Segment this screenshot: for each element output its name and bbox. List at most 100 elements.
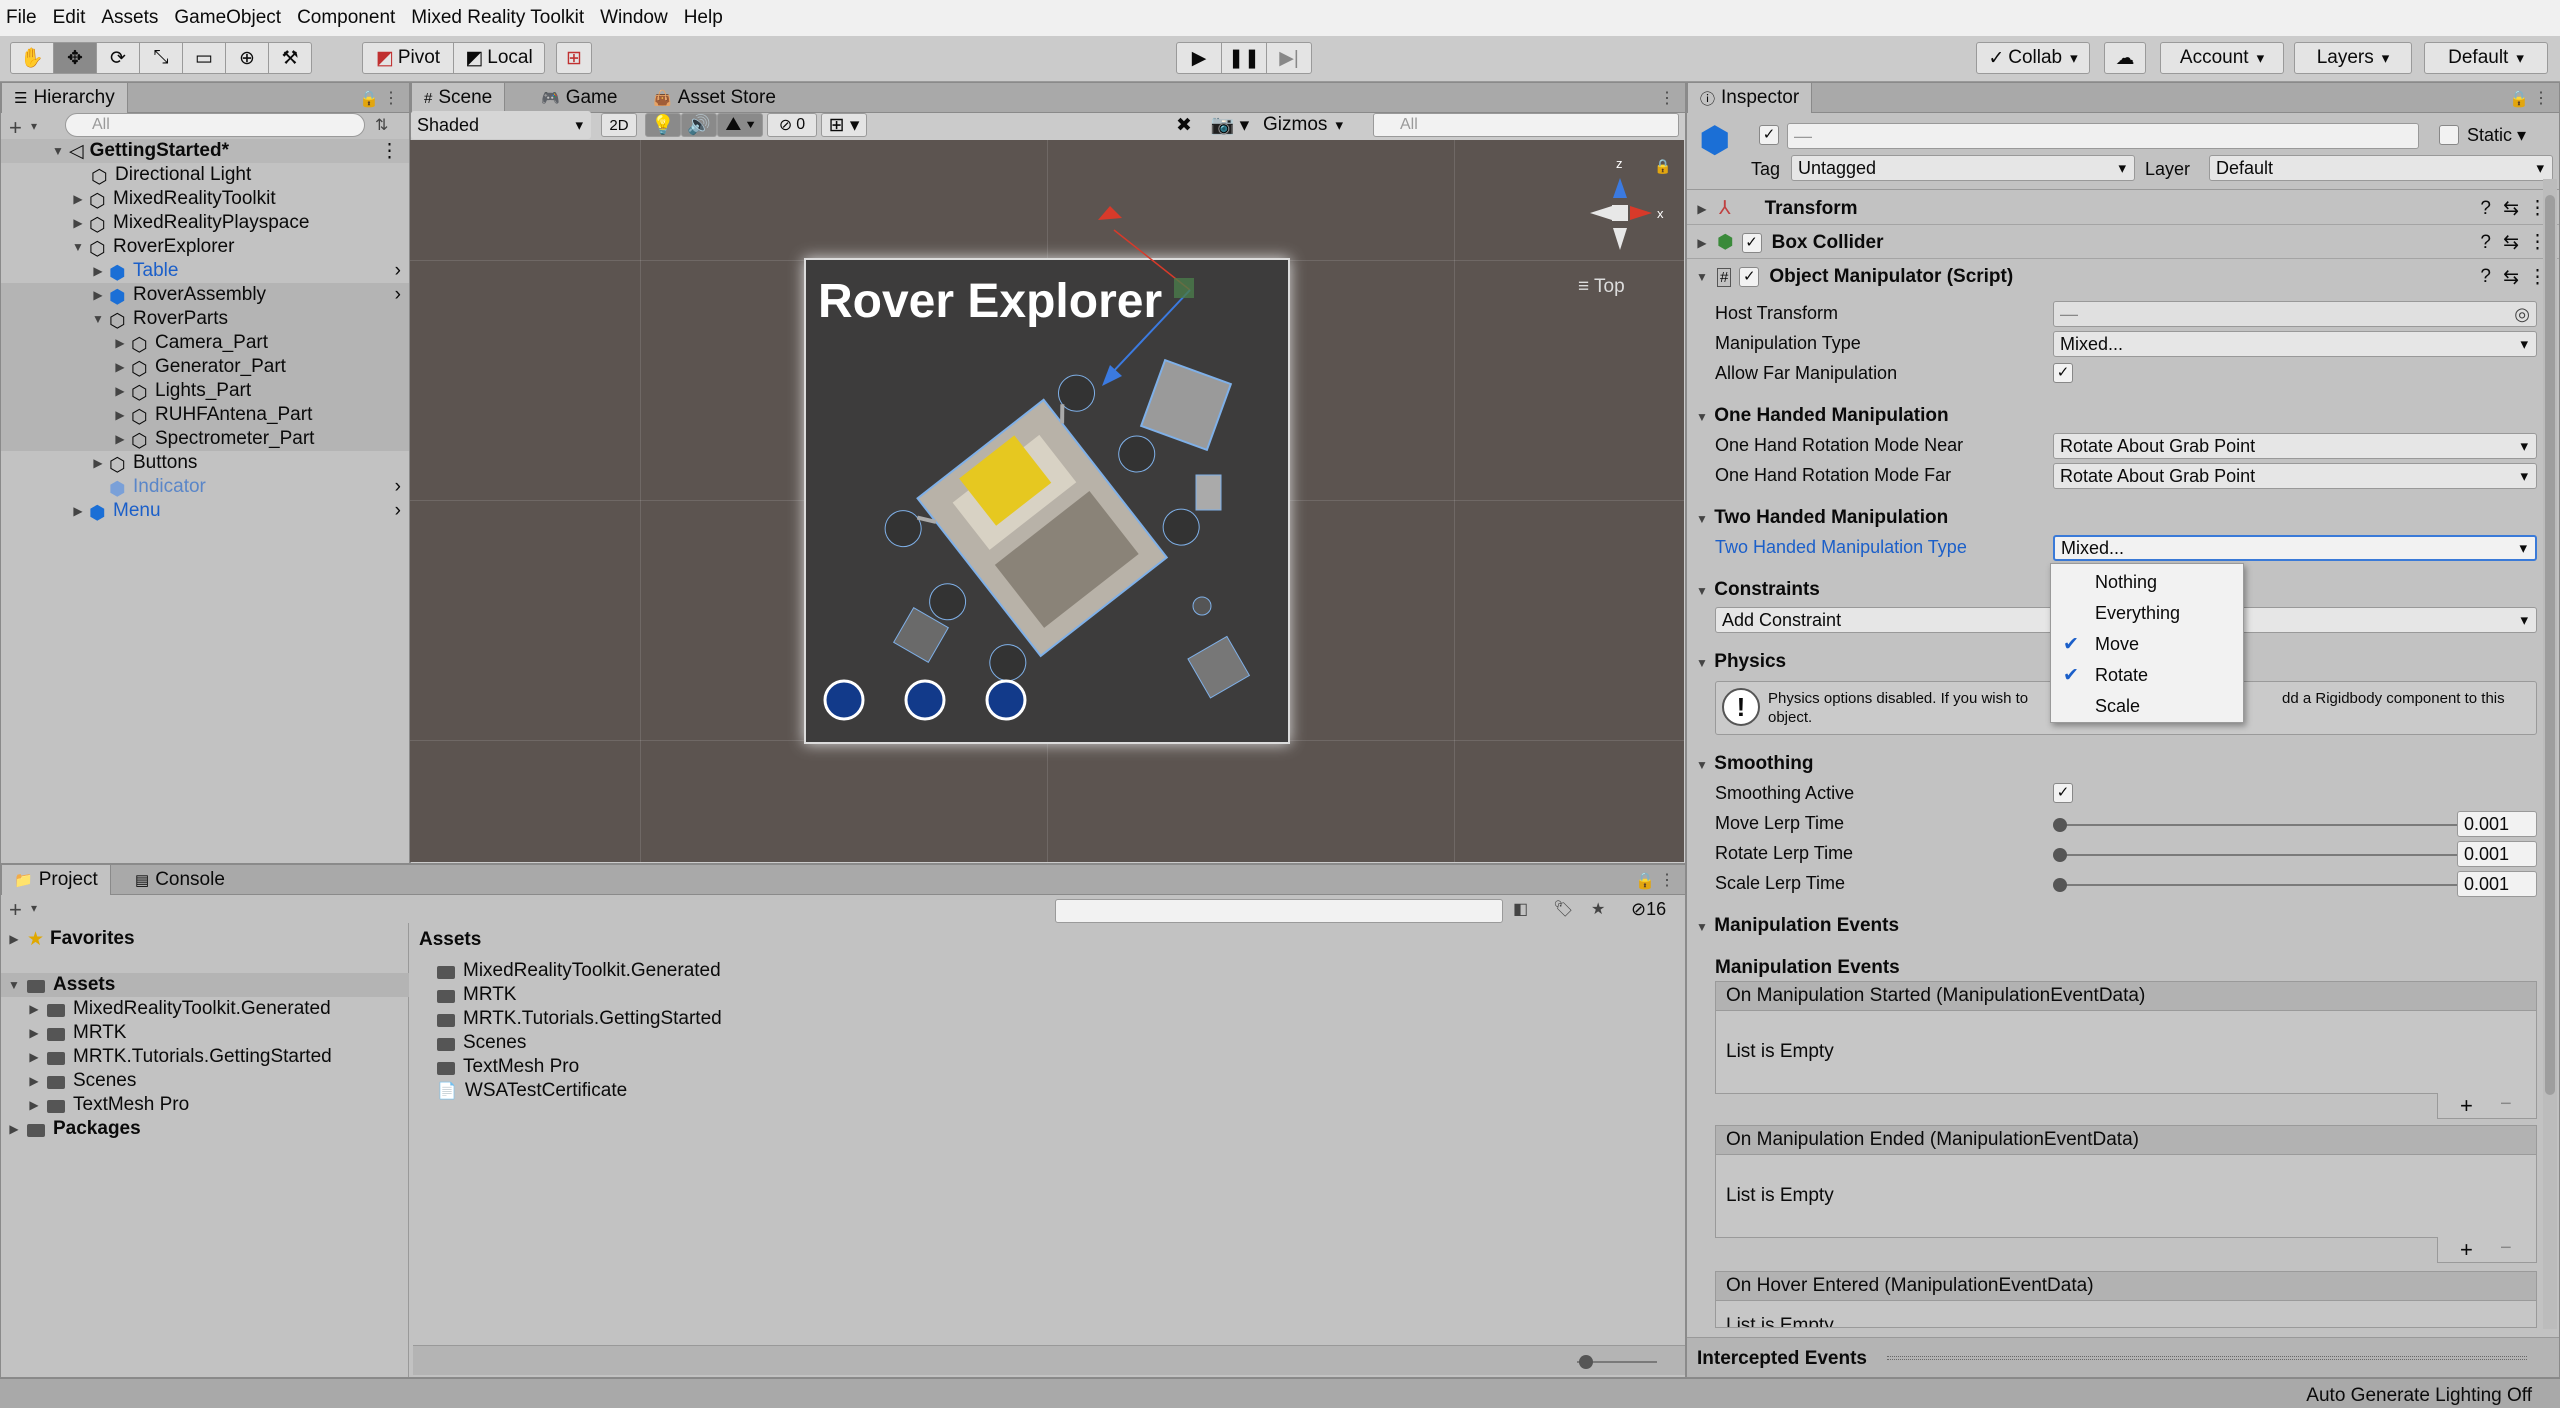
tag-dropdown[interactable]: Untagged — [1791, 155, 2135, 181]
rotate-lerp-slider[interactable] — [2059, 854, 2459, 856]
box-collider-enabled-checkbox[interactable]: ✓ — [1741, 232, 1762, 253]
object-name-input[interactable]: — — [1787, 123, 2419, 149]
menu-help[interactable]: Help — [684, 7, 723, 29]
two-handed-type-dropdown[interactable]: Mixed... — [2053, 535, 2537, 561]
scale-lerp-knob[interactable] — [2053, 878, 2067, 892]
pivot-button[interactable]: ◩ Pivot — [362, 42, 454, 74]
kebab-menu-icon[interactable]: ⋮ — [2533, 88, 2549, 108]
inspector-scrollbar[interactable] — [2543, 179, 2557, 1329]
create-dropdown-icon[interactable]: ▾ — [31, 901, 37, 915]
create-plus-icon[interactable]: + — [9, 897, 22, 923]
packages-row[interactable]: ▶ Packages — [1, 1117, 140, 1141]
hierarchy-item[interactable]: ▶ ⬡ Lights_Part — [1, 379, 409, 404]
tab-scene[interactable]: # Scene — [411, 83, 506, 113]
cloud-button[interactable]: ☁ — [2104, 42, 2146, 74]
smoothing-section[interactable]: ▼ Smoothing — [1695, 753, 1813, 775]
hierarchy-item[interactable]: ⬡ Directional Light — [1, 163, 409, 188]
create-plus-icon[interactable]: + — [9, 115, 22, 141]
manipulation-events-section[interactable]: ▼ Manipulation Events — [1695, 915, 1899, 937]
icon-size-slider-knob[interactable] — [1579, 1355, 1593, 1369]
hidden-objects-toggle[interactable]: ⊘ 0 — [767, 113, 817, 137]
collab-dropdown[interactable]: ✓ Collab — [1976, 42, 2090, 74]
lock-icon[interactable]: 🔒 — [2509, 89, 2529, 109]
move-lerp-input[interactable]: 0.001 — [2457, 811, 2537, 837]
help-icon[interactable]: ? — [2480, 232, 2491, 254]
add-plus-icon[interactable]: + — [2460, 1093, 2473, 1119]
constraints-section[interactable]: ▼ Constraints — [1695, 579, 1820, 601]
toggle-2d-button[interactable]: 2D — [601, 113, 637, 137]
tree-folder[interactable]: ▶ TextMesh Pro — [1, 1093, 189, 1117]
tree-folder[interactable]: ▶ MRTK — [1, 1021, 126, 1045]
label-tag-icon[interactable]: 🏷 — [1553, 899, 1573, 919]
tab-asset-store[interactable]: 👜 Asset Store — [641, 83, 788, 113]
kebab-menu-icon[interactable]: ⋮ — [383, 88, 399, 108]
audio-toggle[interactable]: 🔊 — [681, 113, 717, 137]
two-handed-section[interactable]: ▼ Two Handed Manipulation — [1695, 507, 1948, 529]
object-manipulator-enabled-checkbox[interactable]: ✓ — [1739, 267, 1760, 287]
hierarchy-item[interactable]: ▶ ⬡ Generator_Part — [1, 355, 409, 380]
hierarchy-item[interactable]: ▶ ⬡ MixedRealityPlayspace — [1, 211, 409, 236]
shading-mode-dropdown[interactable]: Shaded — [411, 111, 591, 139]
preset-icon[interactable]: ⇆ — [2503, 231, 2519, 254]
object-manipulator-component-header[interactable]: ▼ # ✓ Object Manipulator (Script) ? ⇆ ⋮ — [1687, 261, 2559, 293]
asset-folder[interactable]: Scenes — [437, 1031, 526, 1055]
gizmos-dropdown[interactable]: Gizmos — [1259, 113, 1347, 137]
object-picker-icon[interactable]: ◎ — [2514, 304, 2530, 325]
move-lerp-slider[interactable] — [2059, 824, 2459, 826]
chevron-right-icon[interactable]: › — [395, 260, 401, 282]
tab-inspector[interactable]: ⓘ Inspector — [1687, 83, 1813, 113]
preset-icon[interactable]: ⇆ — [2503, 197, 2519, 220]
play-button[interactable]: ▶ — [1176, 42, 1222, 74]
scene-row[interactable]: ▼ ◁ GettingStarted* ⋮ — [1, 139, 409, 163]
transform-component-header[interactable]: ▶ ⅄ Transform ? ⇆ ⋮ — [1687, 193, 2559, 225]
menu-window[interactable]: Window — [600, 7, 668, 29]
camera-settings-button[interactable]: 📷 ▾ — [1207, 113, 1253, 137]
kebab-menu-icon[interactable]: ⋮ — [1659, 88, 1675, 108]
lock-icon[interactable]: 🔒 — [1635, 871, 1655, 891]
scene-search-input[interactable]: All — [1373, 113, 1679, 137]
tree-folder[interactable]: ▶ Scenes — [1, 1069, 136, 1093]
box-collider-component-header[interactable]: ▶ ⬢ ✓ Box Collider ? ⇆ ⋮ — [1687, 227, 2559, 259]
popup-option-scale[interactable]: Scale — [2051, 691, 2245, 722]
hierarchy-item[interactable]: ▼ ⬡ RoverParts — [1, 307, 409, 332]
asset-folder[interactable]: MixedRealityToolkit.Generated — [437, 959, 721, 983]
static-dropdown[interactable]: Static ▾ — [2467, 125, 2526, 146]
inspector-scrollbar-thumb[interactable] — [2545, 195, 2555, 1095]
chevron-right-icon[interactable]: › — [395, 500, 401, 522]
hierarchy-item[interactable]: ⬢ Indicator › — [1, 475, 409, 500]
snap-button[interactable]: ⊞ — [556, 42, 592, 74]
menu-component[interactable]: Component — [297, 7, 395, 29]
menu-edit[interactable]: Edit — [53, 7, 86, 29]
effects-toggle[interactable]: ⛰ ▾ — [717, 113, 763, 137]
tab-console[interactable]: ▤ Console — [123, 865, 237, 895]
static-checkbox[interactable] — [2439, 125, 2459, 145]
scale-lerp-input[interactable]: 0.001 — [2457, 871, 2537, 897]
move-tool-button[interactable]: ✥ — [53, 42, 97, 74]
menu-mixed-reality-toolkit[interactable]: Mixed Reality Toolkit — [411, 7, 584, 29]
view-mode-label[interactable]: ≡ Top — [1578, 276, 1625, 298]
asset-folder[interactable]: MRTK — [437, 983, 516, 1007]
add-plus-icon[interactable]: + — [2460, 1237, 2473, 1263]
rotate-tool-button[interactable]: ⟳ — [96, 42, 140, 74]
physics-section[interactable]: ▼ Physics — [1695, 651, 1786, 673]
rotate-lerp-knob[interactable] — [2053, 848, 2067, 862]
account-dropdown[interactable]: Account — [2160, 42, 2284, 74]
help-icon[interactable]: ? — [2480, 266, 2491, 288]
step-button[interactable]: ▶| — [1266, 42, 1312, 74]
chevron-right-icon[interactable]: › — [395, 284, 401, 306]
tree-folder[interactable]: ▶ MRTK.Tutorials.GettingStarted — [1, 1045, 331, 1069]
assets-row[interactable]: ▼ Assets — [1, 973, 409, 997]
rotate-lerp-input[interactable]: 0.001 — [2457, 841, 2537, 867]
hierarchy-item[interactable]: ▶ ⬡ RUHFAntena_Part — [1, 403, 409, 428]
hierarchy-item[interactable]: ▶ ⬢ RoverAssembly › — [1, 283, 409, 308]
hidden-packages-toggle[interactable]: ⊘16 — [1631, 899, 1666, 920]
custom-tool-button[interactable]: ⚒ — [268, 42, 312, 74]
near-mode-dropdown[interactable]: Rotate About Grab Point — [2053, 433, 2537, 459]
help-icon[interactable]: ? — [2480, 198, 2491, 220]
asset-folder[interactable]: TextMesh Pro — [437, 1055, 579, 1079]
create-dropdown-icon[interactable]: ▾ — [31, 119, 37, 133]
project-search-input[interactable] — [1055, 899, 1503, 923]
smoothing-active-checkbox[interactable]: ✓ — [2053, 783, 2073, 803]
move-gizmo[interactable] — [410, 140, 1684, 862]
preset-icon[interactable]: ⇆ — [2503, 266, 2519, 289]
